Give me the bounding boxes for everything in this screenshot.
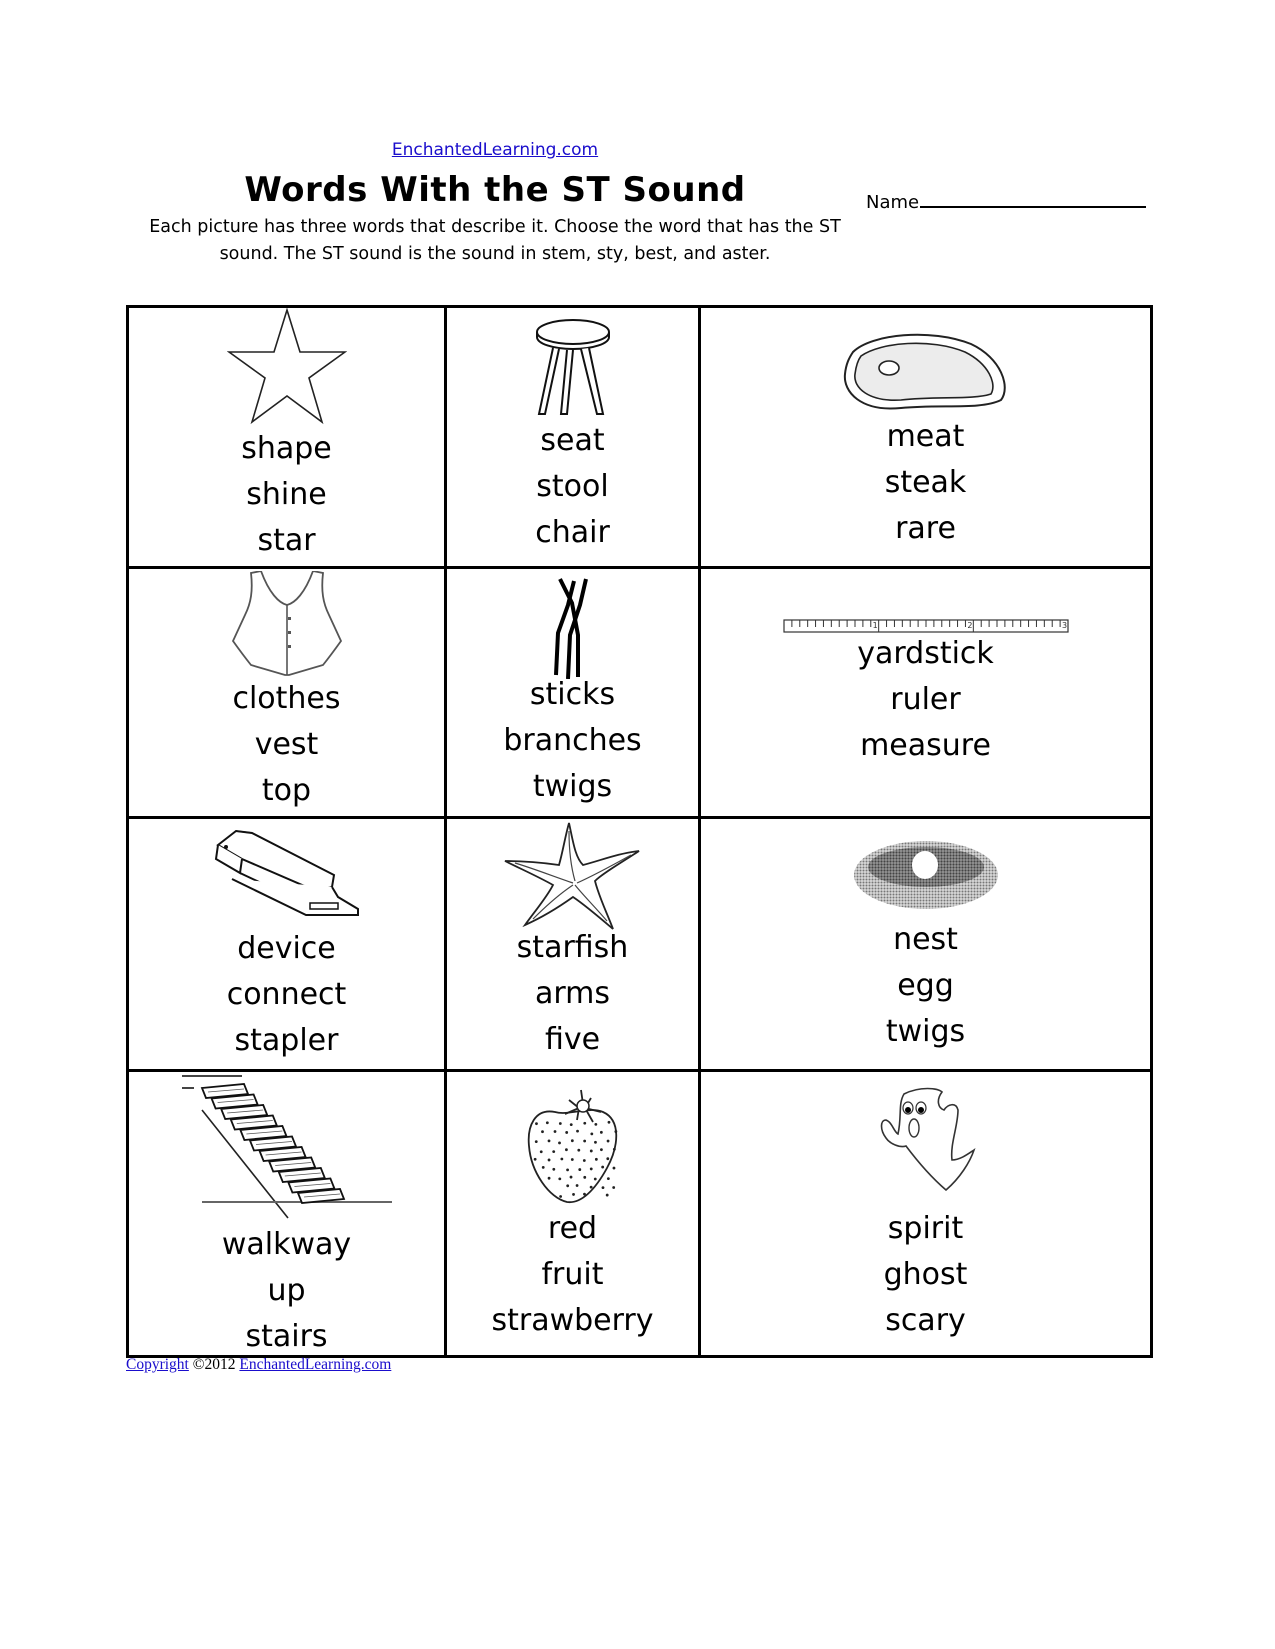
sticks-icon [447,575,698,683]
word-list: yardstick ruler measure [701,631,1150,769]
word-option[interactable]: branches [447,718,698,764]
word-list: shape shine star [129,426,444,564]
grid-row: clothes vest top sticks branches twigs 1… [126,566,1153,819]
word-option[interactable]: strawberry [447,1298,698,1344]
grid-cell: starfish arms five [444,816,701,1072]
word-list: meat steak rare [701,414,1150,552]
footer: Copyright ©2012 EnchantedLearning.com [126,1356,391,1374]
word-option[interactable]: seat [447,418,698,464]
copyright-year: ©2012 [192,1356,236,1373]
word-option[interactable]: starfish [447,925,698,971]
grid-row: device connect stapler starfish arms fiv… [126,816,1153,1072]
grid-cell: spirit ghost scary [698,1069,1153,1358]
word-option[interactable]: connect [129,972,444,1018]
word-option[interactable]: red [447,1206,698,1252]
enchanted-learning-link[interactable]: EnchantedLearning.com [0,140,990,160]
word-option[interactable]: top [129,768,444,814]
word-option[interactable]: chair [447,510,698,556]
word-option[interactable]: stapler [129,1018,444,1064]
instructions-line-1: Each picture has three words that descri… [149,217,841,237]
word-option[interactable]: five [447,1017,698,1063]
word-option[interactable]: stool [447,464,698,510]
word-list: device connect stapler [129,926,444,1064]
word-option[interactable]: sticks [447,672,698,718]
word-list: sticks branches twigs [447,672,698,810]
word-option[interactable]: arms [447,971,698,1017]
word-option[interactable]: twigs [447,764,698,810]
ruler-mark-label: 3 [1062,621,1067,630]
stool-icon [447,318,698,422]
word-option[interactable]: spirit [701,1206,1150,1252]
name-field[interactable]: Name [866,190,1147,213]
word-option[interactable]: meat [701,414,1150,460]
word-option[interactable]: shine [129,472,444,518]
grid-cell: seat stool chair [444,305,701,569]
name-blank-line[interactable] [920,190,1147,208]
steak-icon [701,332,1150,416]
word-option[interactable]: nest [701,917,1150,963]
word-option[interactable]: measure [701,723,1150,769]
word-option[interactable]: device [129,926,444,972]
vest-icon [129,571,444,681]
word-list: walkway up stairs [129,1222,444,1360]
word-option[interactable]: shape [129,426,444,472]
grid-cell: 1 2 3 yardstick ruler measure [698,566,1153,819]
grid-cell: walkway up stairs [126,1069,447,1360]
word-option[interactable]: fruit [447,1252,698,1298]
word-option[interactable]: stairs [129,1314,444,1360]
grid-cell: clothes vest top [126,566,447,819]
instructions: Each picture has three words that descri… [140,214,850,268]
word-option[interactable]: yardstick [701,631,1150,677]
footer-site-link[interactable]: EnchantedLearning.com [239,1356,391,1373]
word-option[interactable]: scary [701,1298,1150,1344]
grid-cell: device connect stapler [126,816,447,1072]
word-option[interactable]: clothes [129,676,444,722]
word-option[interactable]: star [129,518,444,564]
grid-cell: nest egg twigs [698,816,1153,1072]
worksheet-grid: shape shine star seat stool chair meat s… [126,305,1153,1358]
word-list: seat stool chair [447,418,698,556]
grid-row: shape shine star seat stool chair meat s… [126,305,1153,569]
grid-cell: sticks branches twigs [444,566,701,819]
grid-cell: meat steak rare [698,305,1153,569]
ruler-mark-label: 2 [967,621,972,630]
word-option[interactable]: walkway [129,1222,444,1268]
starfish-icon [447,821,698,935]
word-list: starfish arms five [447,925,698,1063]
word-option[interactable]: steak [701,460,1150,506]
word-option[interactable]: twigs [701,1009,1150,1055]
star-icon [129,308,444,430]
ghost-icon [701,1086,1150,1196]
grid-row: walkway up stairs red fruit strawberry s… [126,1069,1153,1360]
ruler-mark-label: 1 [872,621,877,630]
grid-cell: red fruit strawberry [444,1069,701,1358]
instructions-line-2: sound. The ST sound is the sound in stem… [219,244,771,264]
word-list: spirit ghost scary [701,1206,1150,1344]
word-option[interactable]: up [129,1268,444,1314]
word-option[interactable]: egg [701,963,1150,1009]
strawberry-icon [447,1086,698,1208]
page-title: Words With the ST Sound [244,170,746,210]
stairs-icon [129,1074,444,1224]
copyright-link[interactable]: Copyright [126,1356,189,1373]
word-list: red fruit strawberry [447,1206,698,1344]
nest-icon [701,839,1150,915]
word-option[interactable]: rare [701,506,1150,552]
word-list: nest egg twigs [701,917,1150,1055]
word-option[interactable]: ghost [701,1252,1150,1298]
stapler-icon [129,825,444,929]
word-list: clothes vest top [129,676,444,814]
word-option[interactable]: ruler [701,677,1150,723]
grid-cell: shape shine star [126,305,447,569]
word-option[interactable]: vest [129,722,444,768]
name-label: Name [866,192,920,213]
